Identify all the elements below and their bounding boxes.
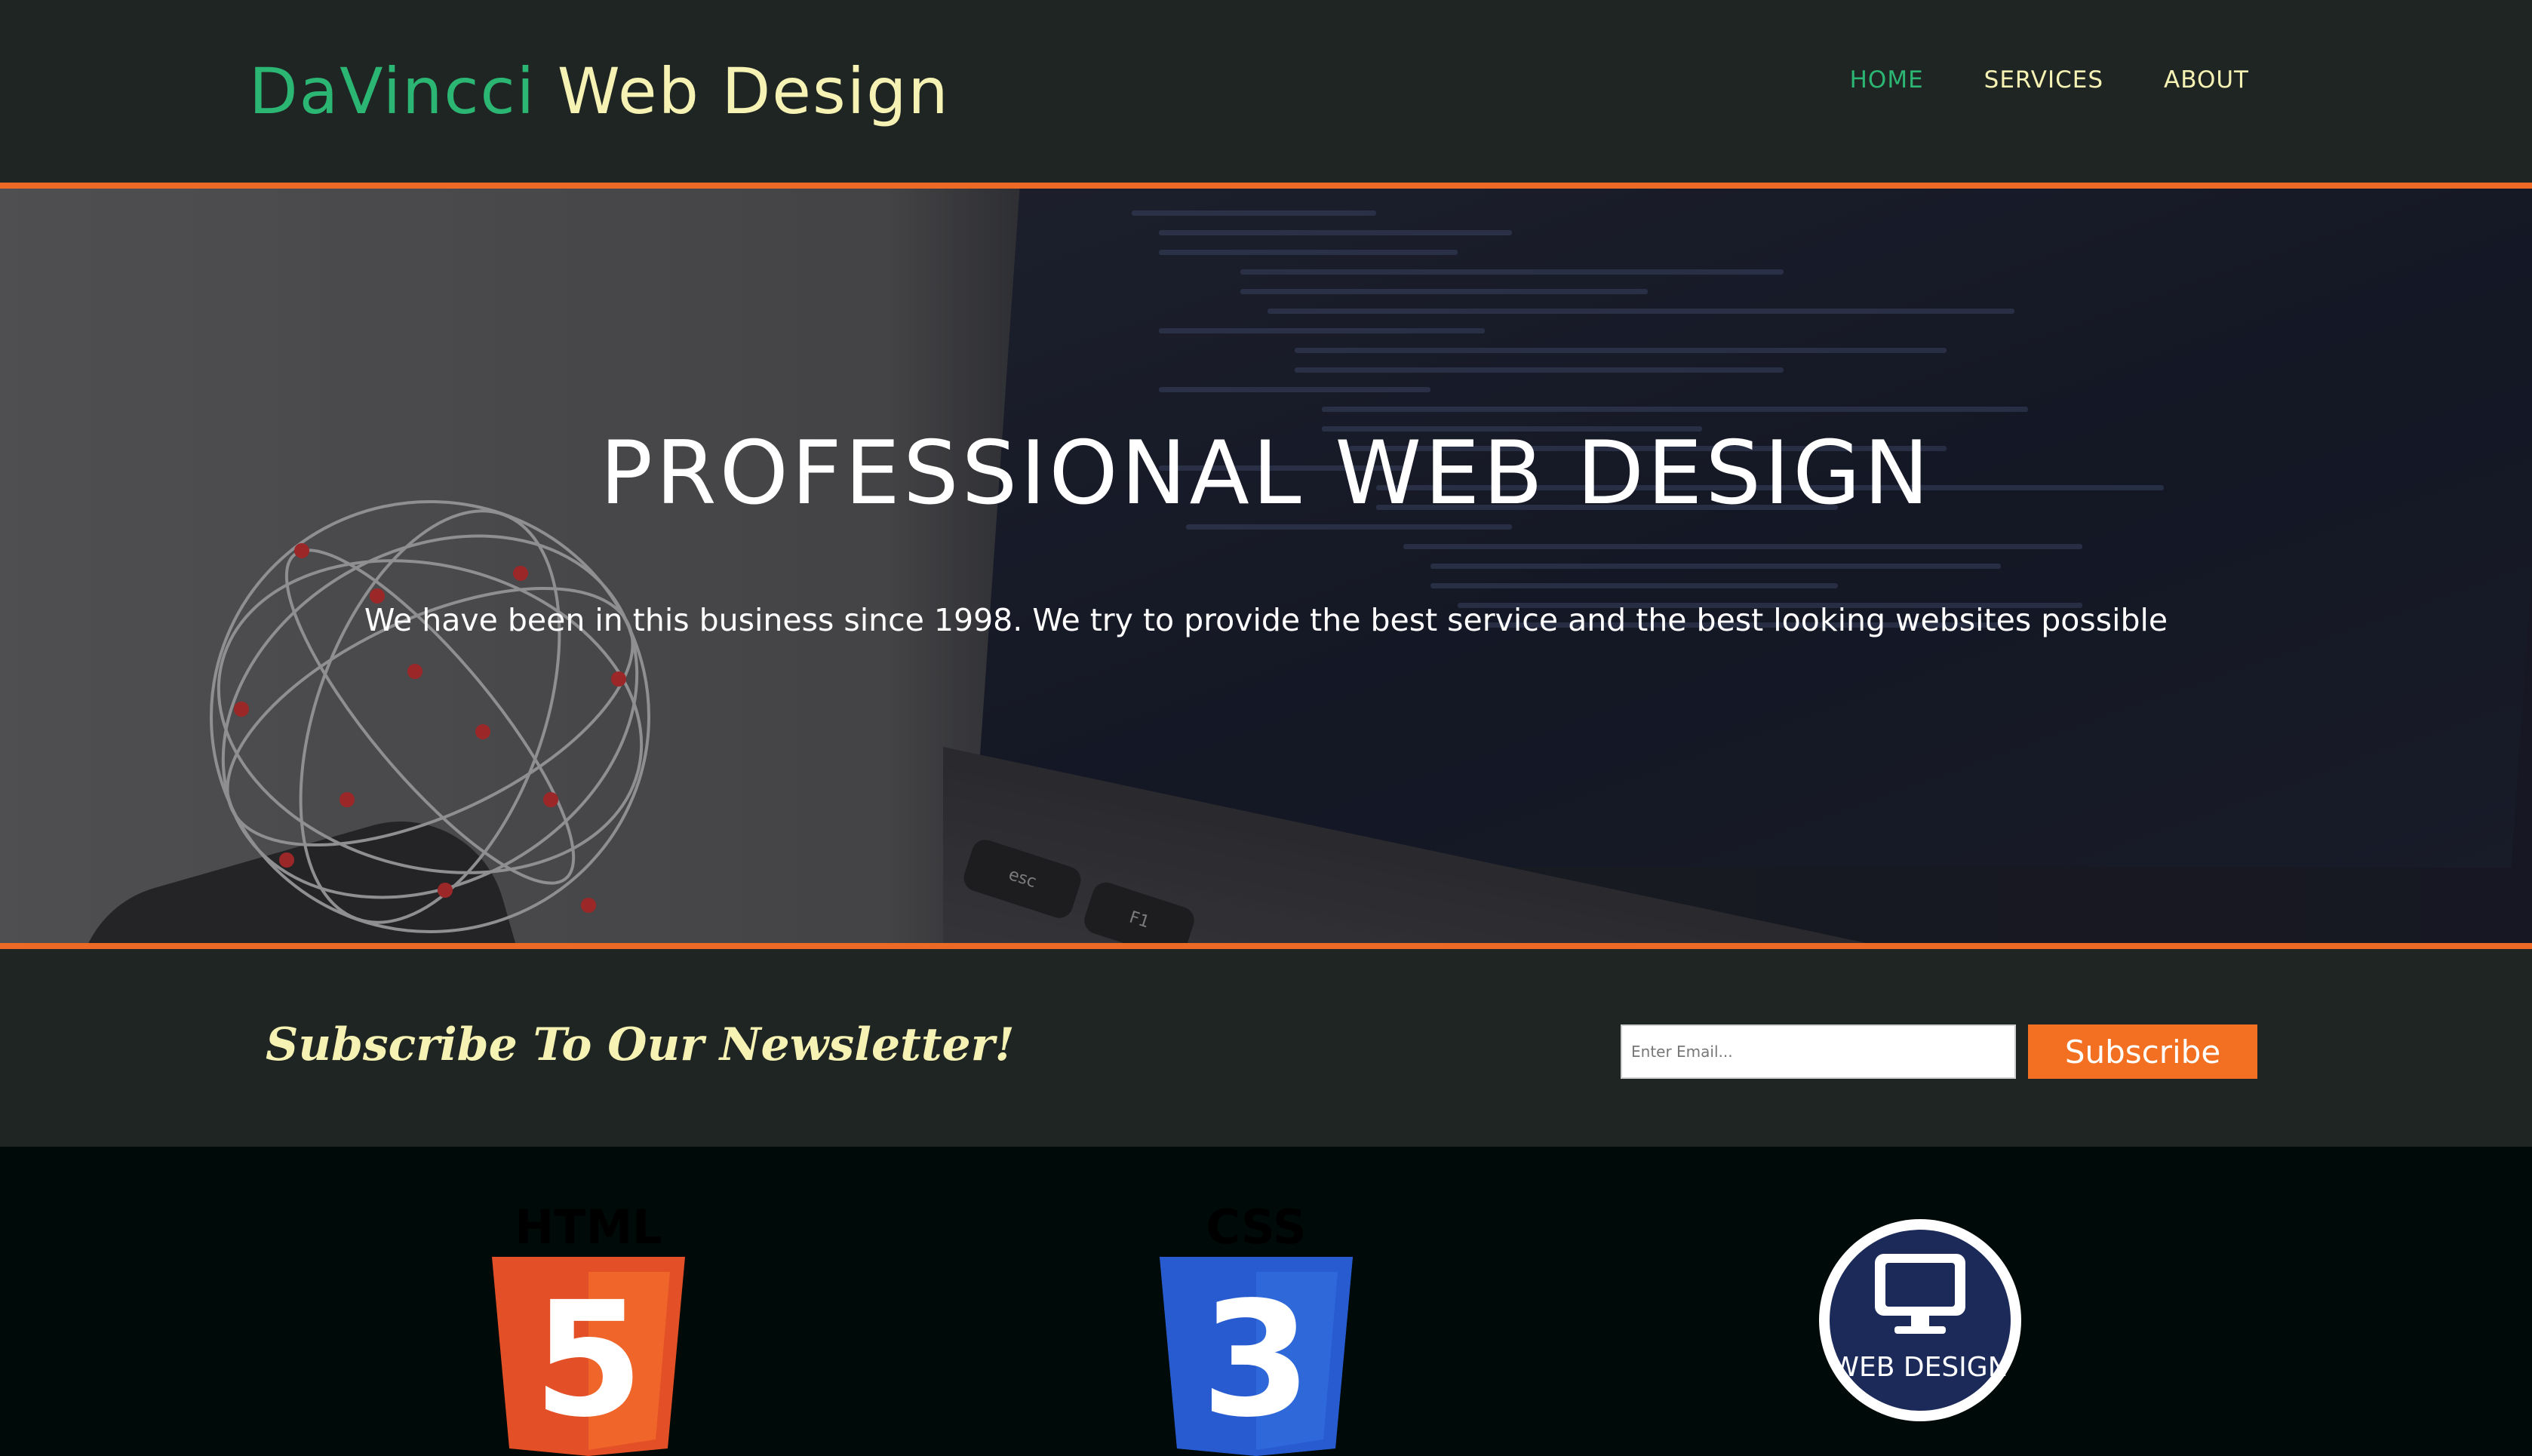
web-design-badge: WEB DESIGN [1819, 1219, 2021, 1421]
css3-logo: CSS 3 [1160, 1200, 1353, 1456]
hero-subtitle: We have been in this business since 1998… [364, 602, 2168, 638]
css3-logo-label: CSS [1206, 1200, 1306, 1255]
nav-services[interactable]: SERVICES [1984, 66, 2103, 94]
brand-name-part1: DaVincci [249, 54, 536, 128]
site-header: DaVincci Web Design HOME SERVICES ABOUT [0, 0, 2532, 189]
hero-title: PROFESSIONAL WEB DESIGN [600, 422, 1932, 524]
subscribe-button[interactable]: Subscribe [2028, 1024, 2257, 1079]
newsletter-email-input[interactable] [1621, 1024, 2016, 1079]
brand-name-part2: Web Design [557, 54, 950, 128]
hero-overlay [0, 189, 2532, 943]
newsletter-title: Subscribe To Our Newsletter! [266, 1018, 1015, 1071]
html5-logo-digit: 5 [533, 1267, 644, 1452]
technology-logos: HTML 5 CSS 3 WEB DESIGN [0, 1147, 2532, 1456]
css3-logo-digit: 3 [1201, 1267, 1311, 1452]
html5-logo-label: HTML [515, 1200, 662, 1255]
brand-logo[interactable]: DaVincci Web Design [249, 54, 950, 128]
html5-logo: HTML 5 [492, 1200, 685, 1456]
main-nav: HOME SERVICES ABOUT [1850, 66, 2249, 94]
nav-home[interactable]: HOME [1850, 66, 1924, 94]
web-design-badge-label: WEB DESIGN [1832, 1352, 2008, 1383]
hero-banner: esc F1 PROFESSIONAL WEB DESIGN We have b… [0, 189, 2532, 949]
newsletter-section: Subscribe To Our Newsletter! Subscribe [0, 949, 2532, 1147]
nav-about[interactable]: ABOUT [2164, 66, 2249, 94]
